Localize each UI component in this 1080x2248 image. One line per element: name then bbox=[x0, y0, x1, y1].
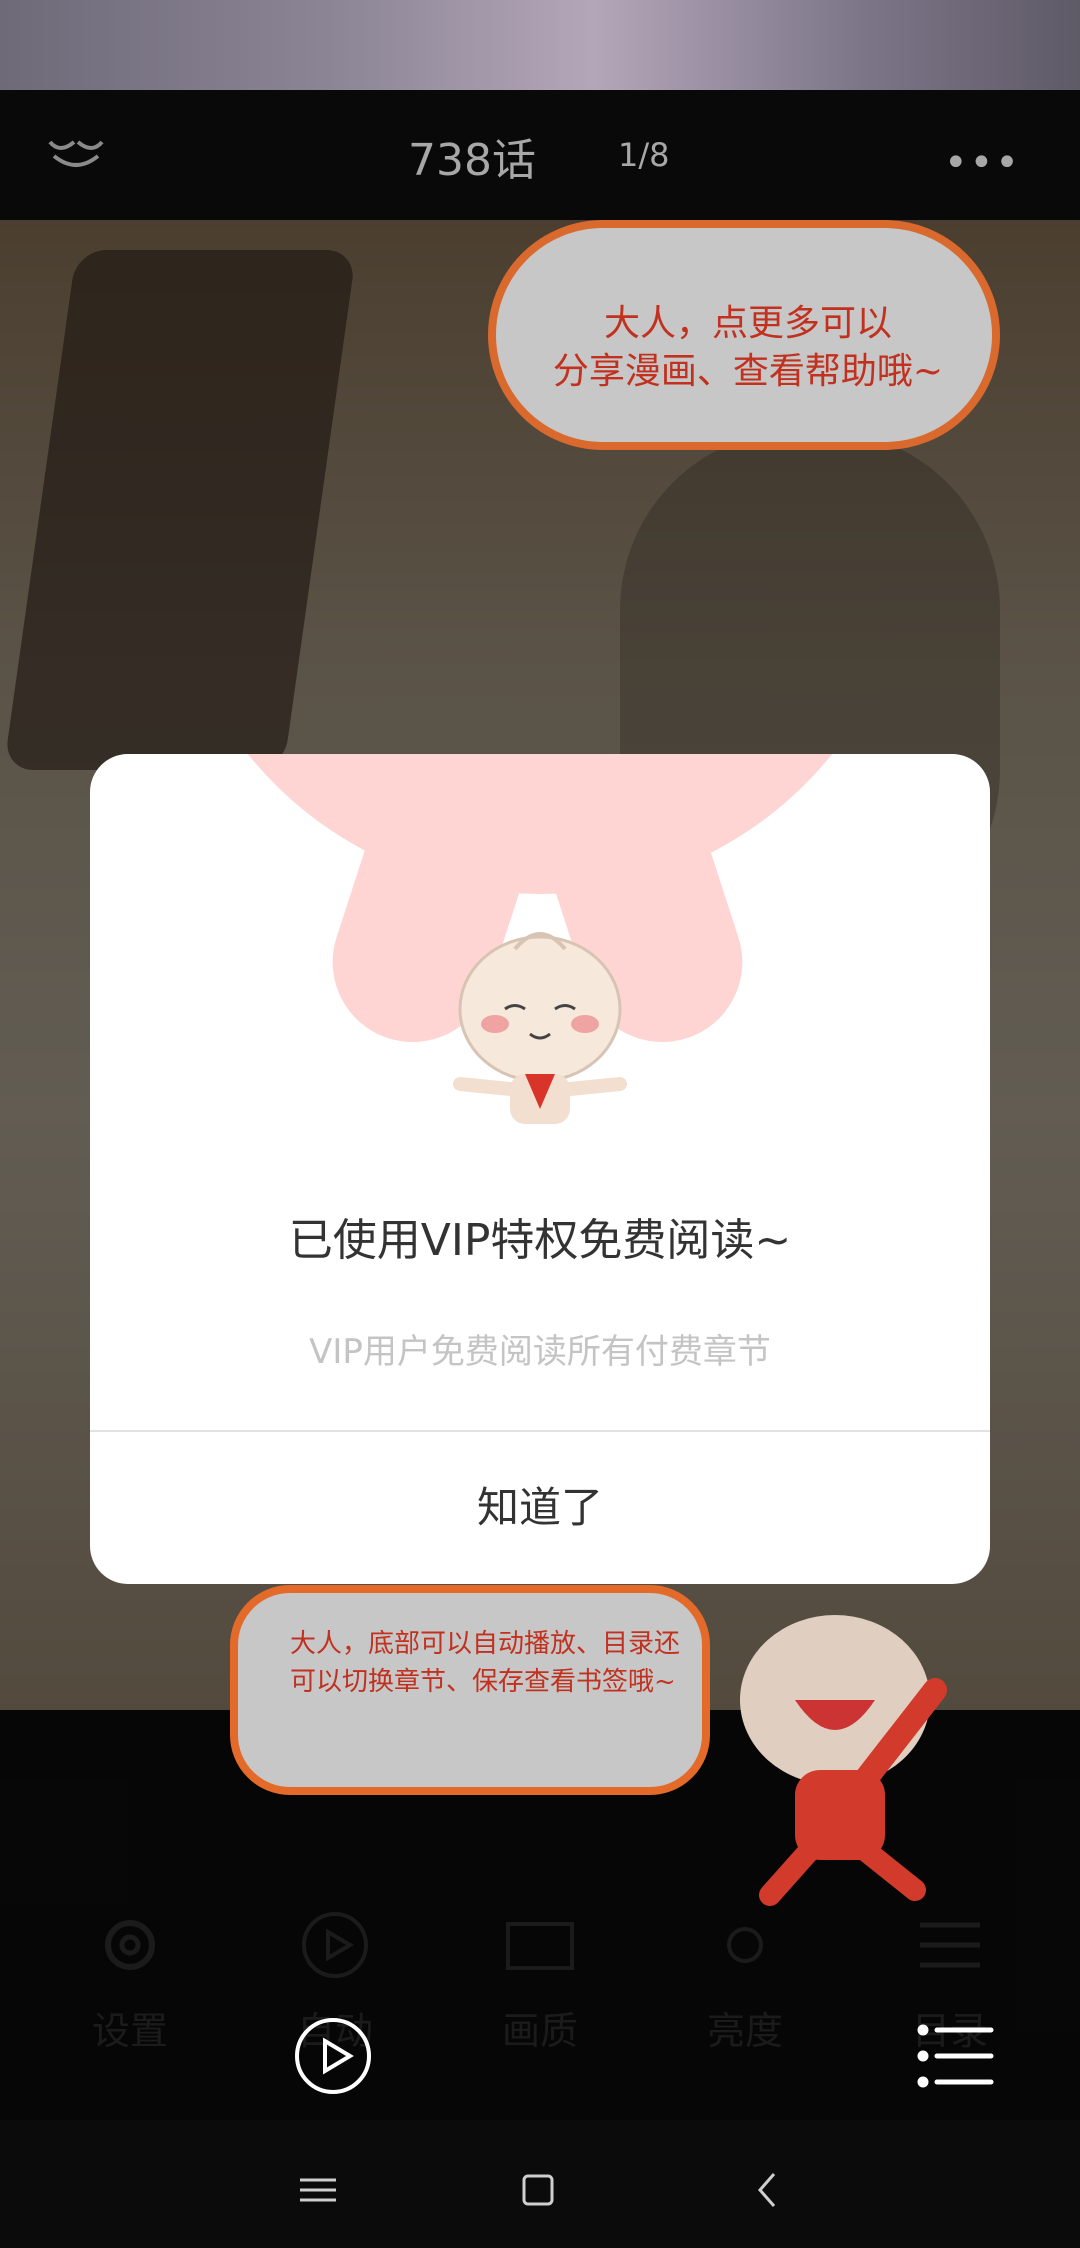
recent-apps-icon[interactable] bbox=[288, 2160, 348, 2220]
dialog-header-decoration bbox=[165, 754, 915, 894]
menu-toggle-button[interactable] bbox=[46, 134, 106, 174]
vip-dialog: 已使用VIP特权免费阅读~ VIP用户免费阅读所有付费章节 知道了 bbox=[90, 754, 990, 1584]
back-icon[interactable] bbox=[738, 2160, 798, 2220]
page-indicator: 1/8 bbox=[618, 136, 670, 174]
dialog-title: 已使用VIP特权免费阅读~ bbox=[288, 1215, 792, 1266]
more-hint-text: 大人，点更多可以 分享漫画、查看帮助哦~ bbox=[552, 303, 944, 392]
bottom-hint-bubble: 大人，底部可以自动播放、目录还可以切换章节、保存查看书签哦~ bbox=[230, 1585, 710, 1795]
dialog-subtitle: VIP用户免费阅读所有付费章节 bbox=[309, 1332, 771, 1372]
chapter-title: 738话 bbox=[408, 135, 536, 186]
home-icon[interactable] bbox=[508, 2160, 568, 2220]
catalog-list-icon bbox=[917, 2024, 994, 2088]
more-hint-bubble: 大人，点更多可以 分享漫画、查看帮助哦~ bbox=[488, 220, 1000, 450]
mustache-icon bbox=[48, 140, 104, 167]
bottom-hint-text: 大人，底部可以自动播放、目录还可以切换章节、保存查看书签哦~ bbox=[290, 1629, 681, 1697]
status-bar-area bbox=[0, 0, 1080, 90]
dialog-confirm-button[interactable]: 知道了 bbox=[90, 1432, 990, 1584]
mascot-cheering-icon bbox=[740, 1615, 947, 1906]
more-button[interactable]: ••• bbox=[944, 140, 1021, 186]
play-circle-icon bbox=[295, 2018, 371, 2094]
bun-mascot-icon bbox=[453, 932, 627, 1124]
